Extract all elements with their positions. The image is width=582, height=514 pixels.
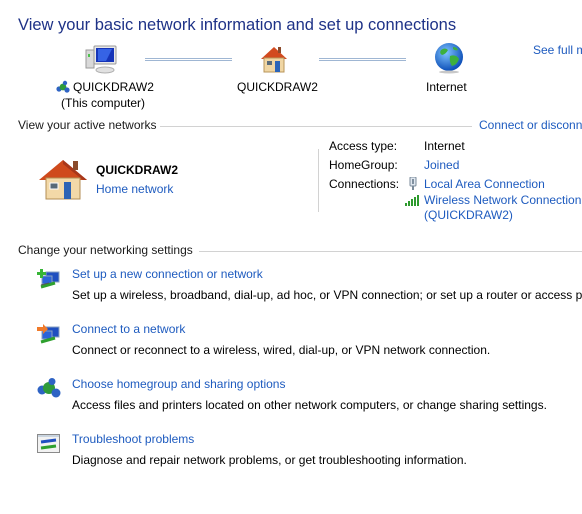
- page-title: View your basic network information and …: [18, 16, 457, 34]
- connections-label: Connections:: [329, 177, 400, 191]
- troubleshoot-desc: Diagnose and repair network problems, or…: [72, 453, 467, 467]
- home-icon[interactable]: [257, 43, 291, 75]
- connect-network-desc: Connect or reconnect to a wireless, wire…: [72, 343, 491, 357]
- computer-icon[interactable]: [84, 44, 120, 76]
- setup-connection-desc: Set up a wireless, broadband, dial-up, a…: [72, 288, 582, 302]
- home-label: QUICKDRAW2: [237, 80, 318, 94]
- wireless-connection-ssid[interactable]: (QUICKDRAW2): [424, 208, 513, 222]
- change-settings-heading: Change your networking settings: [18, 243, 193, 257]
- homegroup-sharing-link[interactable]: Choose homegroup and sharing options: [72, 377, 285, 391]
- connection-line: [319, 58, 406, 61]
- globe-icon[interactable]: [433, 42, 465, 74]
- home-network-icon: [36, 156, 90, 202]
- access-type-label: Access type:: [329, 139, 398, 153]
- connect-network-link[interactable]: Connect to a network: [72, 322, 185, 336]
- homegroup-joined-link[interactable]: Joined: [424, 158, 459, 172]
- network-type-link[interactable]: Home network: [96, 182, 173, 196]
- local-area-connection-link[interactable]: Local Area Connection: [424, 177, 545, 191]
- computer-sublabel: (This computer): [61, 96, 146, 110]
- connect-disconnect-link[interactable]: Connect or disconn: [479, 118, 582, 132]
- access-type-value: Internet: [424, 139, 465, 153]
- new-connection-icon: [37, 268, 61, 290]
- homegroup-label: HomeGroup:: [329, 158, 398, 172]
- wireless-connection-link[interactable]: Wireless Network Connection: [424, 193, 581, 207]
- homegroup-small-icon: [56, 80, 70, 94]
- setup-connection-link[interactable]: Set up a new connection or network: [72, 267, 263, 281]
- homegroup-icon: [37, 378, 61, 400]
- section-divider: [199, 251, 582, 252]
- computer-label: QUICKDRAW2: [73, 80, 154, 94]
- internet-label: Internet: [426, 80, 467, 94]
- troubleshoot-icon: [37, 434, 61, 454]
- wireless-signal-icon: [405, 195, 420, 206]
- wired-connection-icon: [409, 177, 417, 190]
- details-divider: [318, 149, 319, 212]
- see-full-map-link[interactable]: See full m: [533, 43, 582, 57]
- section-divider: [160, 126, 472, 127]
- active-networks-heading: View your active networks: [18, 118, 157, 132]
- connect-network-icon: [37, 323, 61, 345]
- troubleshoot-link[interactable]: Troubleshoot problems: [72, 432, 194, 446]
- connection-line: [145, 58, 232, 61]
- network-name: QUICKDRAW2: [96, 163, 179, 177]
- homegroup-sharing-desc: Access files and printers located on oth…: [72, 398, 547, 412]
